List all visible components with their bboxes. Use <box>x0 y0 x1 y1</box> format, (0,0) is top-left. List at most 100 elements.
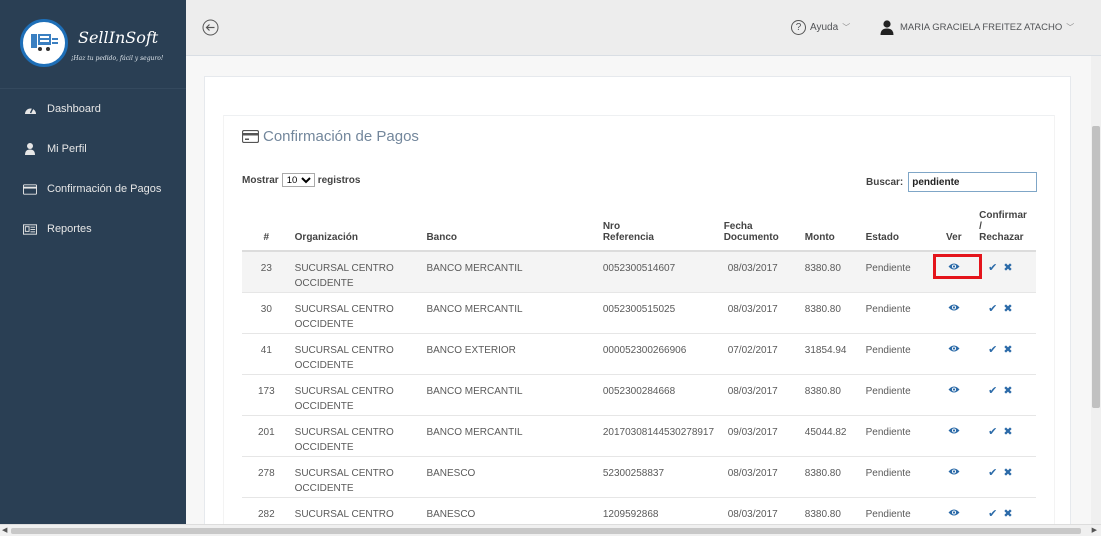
cell-monto: 8380.80 <box>800 456 862 498</box>
reject-x-icon[interactable]: ✖ <box>1003 385 1012 397</box>
cell-monto: 45044.82 <box>800 415 862 457</box>
view-button[interactable] <box>948 466 960 481</box>
table-row: 201 SUCURSAL CENTRO OCCIDENTE BANCO MERCANT… <box>242 415 1036 457</box>
col-organizacion[interactable]: Organización <box>290 200 423 252</box>
confirm-check-icon[interactable]: ✔ <box>988 262 997 274</box>
back-arrow-icon[interactable] <box>202 19 219 36</box>
show-suffix: registros <box>317 174 361 186</box>
cell-fecha: 08/03/2017 <box>719 374 801 416</box>
cell-organizacion: SUCURSAL CENTRO OCCIDENTE <box>290 292 423 334</box>
reject-x-icon[interactable]: ✖ <box>1003 426 1012 438</box>
cell-org-line2: OCCIDENTE <box>294 359 354 371</box>
cell-fecha: 07/02/2017 <box>719 333 801 375</box>
cell-banco: BANCO MERCANTIL <box>422 251 599 293</box>
cell-num: 23 <box>242 251 291 293</box>
help-icon: ? <box>791 20 806 35</box>
confirm-check-icon[interactable]: ✔ <box>988 467 997 479</box>
confirm-check-icon[interactable]: ✔ <box>988 508 997 520</box>
view-button[interactable] <box>948 425 960 440</box>
sidebar-item-confirmacion-de-pagos[interactable]: Confirmación de Pagos <box>0 169 186 209</box>
help-menu[interactable]: ? Ayuda ﹀ <box>791 20 850 35</box>
cell-estado: Pendiente <box>861 333 933 375</box>
page-length-select[interactable]: 10 <box>281 173 315 187</box>
reject-x-icon[interactable]: ✖ <box>1003 303 1012 315</box>
cell-banco: BANESCO <box>422 456 599 498</box>
view-button[interactable] <box>948 507 960 522</box>
table-row: 173 SUCURSAL CENTRO OCCIDENTE BANCO MERCANT… <box>242 374 1036 416</box>
brand-name: SellInSoft <box>78 28 159 47</box>
brand: SellInSoft ¡Haz tu pedido, fácil y segur… <box>0 0 186 89</box>
brand-tagline: ¡Haz tu pedido, fácil y seguro! <box>71 55 164 62</box>
cell-monto: 8380.80 <box>800 374 862 416</box>
view-button[interactable] <box>948 384 960 399</box>
col-referencia-l1: Nro <box>602 221 621 232</box>
cell-org-line2: OCCIDENTE <box>294 441 354 453</box>
page-title: Confirmación de Pagos <box>242 128 419 145</box>
view-button[interactable] <box>948 302 960 317</box>
horizontal-scroll-thumb[interactable] <box>11 528 1081 534</box>
col-confirmar: Confirmar / Rechazar <box>975 200 1036 252</box>
cell-ver <box>932 251 982 293</box>
view-button[interactable] <box>948 343 960 358</box>
sidebar-item-dashboard[interactable]: Dashboard <box>0 89 186 129</box>
chevron-down-icon: ﹀ <box>1066 23 1075 32</box>
cell-estado: Pendiente <box>861 251 933 293</box>
reject-x-icon[interactable]: ✖ <box>1003 262 1012 274</box>
cell-org-line1: SUCURSAL CENTRO <box>294 467 394 479</box>
cell-organizacion: SUCURSAL CENTRO OCCIDENTE <box>290 374 423 416</box>
view-button[interactable] <box>932 254 982 279</box>
cell-ver <box>932 415 976 457</box>
table-row: 23 SUCURSAL CENTRO OCCIDENTE BANCO MERCANTI… <box>242 251 1036 293</box>
user-menu[interactable]: MARIA GRACIELA FREITEZ ATACHO ﹀ <box>880 20 1074 35</box>
horizontal-scrollbar[interactable]: ◀ ▶ <box>0 524 1101 536</box>
confirm-check-icon[interactable]: ✔ <box>988 303 997 315</box>
dashboard-icon <box>23 103 37 115</box>
search-label: Buscar: <box>866 176 904 188</box>
table-header-row: # Organización Banco Nro Referencia Fecha… <box>242 200 1036 252</box>
sidebar: SellInSoft ¡Haz tu pedido, fácil y segur… <box>0 0 186 524</box>
col-referencia[interactable]: Nro Referencia <box>598 200 720 252</box>
col-ver: Ver <box>932 200 976 252</box>
cell-num: 30 <box>242 292 291 334</box>
sidebar-item-reportes[interactable]: Reportes <box>0 209 186 249</box>
cell-estado: Pendiente <box>861 456 933 498</box>
sidebar-item-mi-perfil[interactable]: Mi Perfil <box>0 129 186 169</box>
credit-card-icon <box>23 183 37 195</box>
scroll-left-arrow-icon[interactable]: ◀ <box>2 526 7 534</box>
cell-org-line2: OCCIDENTE <box>294 278 354 289</box>
confirm-check-icon[interactable]: ✔ <box>988 344 997 356</box>
eye-icon <box>948 468 960 479</box>
col-estado[interactable]: Estado <box>861 200 933 252</box>
reject-x-icon[interactable]: ✖ <box>1003 508 1012 520</box>
col-fecha[interactable]: Fecha Documento <box>719 200 801 252</box>
cell-num: 173 <box>242 374 291 416</box>
reject-x-icon[interactable]: ✖ <box>1003 344 1012 356</box>
confirm-check-icon[interactable]: ✔ <box>988 385 997 397</box>
vertical-scrollbar[interactable] <box>1091 56 1101 524</box>
page-title-text: Confirmación de Pagos <box>263 128 419 145</box>
vertical-scroll-thumb[interactable] <box>1092 126 1100 408</box>
cell-ver <box>932 333 976 375</box>
show-prefix: Mostrar <box>242 174 279 186</box>
col-num[interactable]: # <box>242 200 291 252</box>
col-banco[interactable]: Banco <box>422 200 599 252</box>
cell-banco: BANCO MERCANTIL <box>422 292 599 334</box>
logo <box>20 19 68 67</box>
reject-x-icon[interactable]: ✖ <box>1003 467 1012 479</box>
col-monto[interactable]: Monto <box>800 200 862 252</box>
scroll-right-arrow-icon[interactable]: ▶ <box>1092 526 1097 534</box>
cell-confirmar: ✔ ✖ <box>975 374 1036 416</box>
cell-referencia: 000052300266906 <box>598 333 720 375</box>
cell-monto: 8380.80 <box>800 251 862 293</box>
confirm-check-icon[interactable]: ✔ <box>988 426 997 438</box>
cell-org-line2: OCCIDENTE <box>294 482 354 494</box>
cell-referencia: 0052300515025 <box>598 292 720 334</box>
highlight-box <box>932 254 982 279</box>
main-panel: Confirmación de Pagos Mostrar 10 registr… <box>204 76 1071 536</box>
sidebar-item-label: Dashboard <box>47 103 101 115</box>
table-row: 41 SUCURSAL CENTRO OCCIDENTE BANCO EXTERIOR… <box>242 333 1036 375</box>
search-input[interactable] <box>908 172 1038 192</box>
cell-estado: Pendiente <box>861 292 933 334</box>
col-referencia-l2: Referencia <box>602 232 654 243</box>
eye-icon <box>948 345 960 356</box>
